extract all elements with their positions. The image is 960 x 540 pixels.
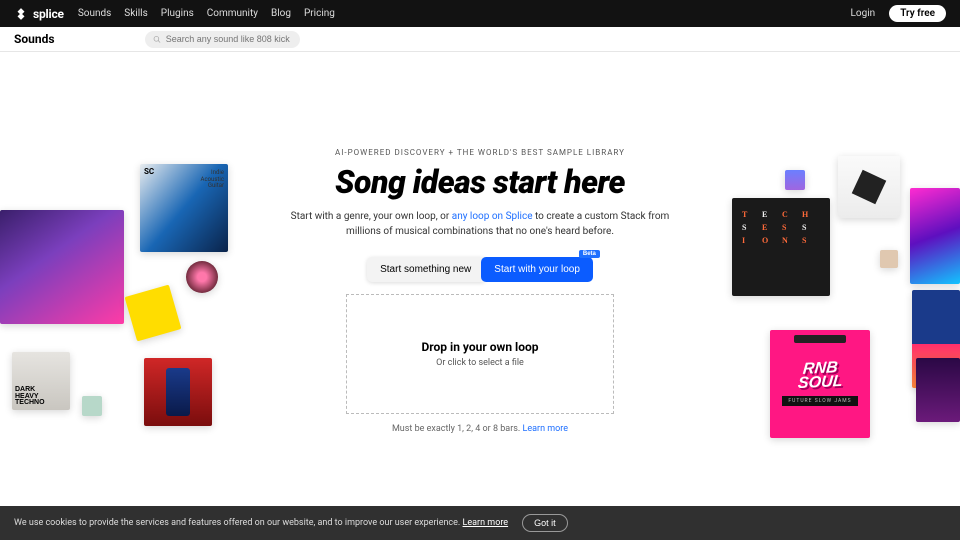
search-icon — [153, 35, 161, 44]
artwork-tile: TECHSESSIONS — [732, 198, 830, 296]
artwork-tile — [0, 210, 124, 324]
nav-skills[interactable]: Skills — [124, 8, 147, 19]
login-link[interactable]: Login — [851, 8, 876, 19]
cookie-learn-more-link[interactable]: Learn more — [463, 518, 509, 528]
nav-pricing[interactable]: Pricing — [304, 8, 335, 19]
search-box[interactable] — [145, 31, 300, 48]
hero-eyebrow: AI-POWERED DISCOVERY + THE WORLD'S BEST … — [0, 148, 960, 157]
artwork-text: SOUL — [797, 375, 843, 391]
cookie-text: We use cookies to provide the services a… — [14, 518, 508, 528]
hero-subtext: Start with a genre, your own loop, or an… — [290, 209, 670, 239]
artwork-tile: DARK HEAVY TECHNO — [12, 352, 70, 410]
cookie-banner: We use cookies to provide the services a… — [0, 506, 960, 540]
top-navbar: splice Sounds Skills Plugins Community B… — [0, 0, 960, 27]
dropzone-title: Drop in your own loop — [422, 340, 539, 354]
cookie-text-body: We use cookies to provide the services a… — [14, 518, 463, 528]
logo-text: splice — [33, 7, 64, 21]
artwork-tile — [186, 261, 218, 293]
dropzone-subtitle: Or click to select a file — [436, 358, 524, 368]
start-something-new-button[interactable]: Start something new — [367, 257, 484, 282]
nav-links: Sounds Skills Plugins Community Blog Pri… — [78, 8, 335, 19]
beta-badge: Beta — [579, 250, 600, 258]
search-input[interactable] — [166, 34, 292, 44]
artwork-tile: RNB SOUL FUTURE SLOW JAMS — [770, 330, 870, 438]
artwork-tile — [785, 170, 805, 190]
bars-learn-more-link[interactable]: Learn more — [523, 424, 569, 434]
artwork-text: TECHNO — [15, 400, 67, 407]
artwork-tile: SC IndieAcousticGuitar — [140, 164, 228, 252]
cookie-got-it-button[interactable]: Got it — [522, 514, 568, 532]
hero-subtext-pre: Start with a genre, your own loop, or — [291, 211, 452, 222]
try-free-button[interactable]: Try free — [889, 5, 946, 22]
sub-navbar: Sounds — [0, 27, 960, 52]
artwork-tile — [144, 358, 212, 426]
artwork-tile — [880, 250, 898, 268]
bars-text-pre: Must be exactly 1, 2, 4 or 8 bars. — [392, 424, 523, 434]
page-title: Sounds — [14, 32, 55, 46]
topbar-left: splice Sounds Skills Plugins Community B… — [14, 7, 335, 21]
artwork-text: IndieAcousticGuitar — [201, 170, 224, 190]
artwork-tile — [838, 156, 900, 218]
logo[interactable]: splice — [14, 7, 64, 21]
artwork-tile — [916, 358, 960, 422]
nav-blog[interactable]: Blog — [271, 8, 291, 19]
start-with-loop-button[interactable]: Start with your loop Beta — [481, 257, 593, 282]
artwork-tile — [82, 396, 102, 416]
artwork-tile — [910, 188, 960, 284]
loop-dropzone[interactable]: Drop in your own loop Or click to select… — [346, 294, 614, 414]
cta-blue-label: Start with your loop — [494, 264, 580, 275]
nav-sounds[interactable]: Sounds — [78, 8, 111, 19]
hero-subtext-link[interactable]: any loop on Splice — [452, 211, 533, 222]
nav-plugins[interactable]: Plugins — [161, 8, 194, 19]
artwork-text: FUTURE SLOW JAMS — [782, 396, 857, 406]
splice-logo-icon — [14, 7, 28, 21]
artwork-text: SC — [144, 167, 154, 176]
topbar-right: Login Try free — [851, 5, 946, 22]
nav-community[interactable]: Community — [207, 8, 258, 19]
